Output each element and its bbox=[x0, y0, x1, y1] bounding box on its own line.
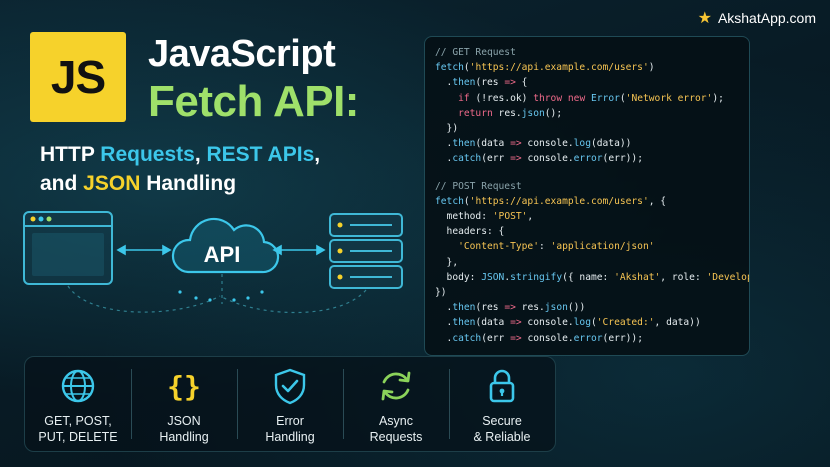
code-panel: // GET Request fetch('https://api.exampl… bbox=[424, 36, 750, 356]
brand-text: AkshatApp.com bbox=[717, 10, 816, 26]
brand: ★ AkshatApp.com bbox=[697, 8, 816, 27]
feature-label-line: Secure bbox=[482, 414, 522, 428]
subtitle-highlight: REST APIs bbox=[206, 143, 315, 166]
feature-label: Secure & Reliable bbox=[474, 413, 531, 445]
braces-icon: {} bbox=[167, 370, 201, 403]
code-line: headers: { bbox=[435, 226, 505, 238]
subtitle-word: Handling bbox=[140, 172, 237, 195]
js-logo: JS bbox=[30, 32, 126, 122]
code-line: .then(data => console.log('Created:', da… bbox=[435, 317, 701, 329]
code-line: .then(res => res.json()) bbox=[435, 302, 586, 314]
subtitle-line-1: HTTP Requests, REST APIs, bbox=[40, 143, 320, 167]
feature-label: Error Handling bbox=[265, 413, 314, 445]
subtitle-word: , bbox=[194, 143, 207, 166]
title-line-1: JavaScript bbox=[148, 33, 336, 75]
api-diagram: API bbox=[23, 211, 403, 314]
feature-http-methods: GET, POST, PUT, DELETE bbox=[25, 357, 131, 451]
feature-label-line: PUT, DELETE bbox=[38, 430, 118, 444]
feature-label-line: JSON bbox=[167, 414, 201, 428]
star-icon: ★ bbox=[697, 8, 712, 27]
code-comment: // POST Request bbox=[435, 180, 522, 192]
padlock-icon bbox=[489, 369, 515, 403]
code-line: fetch('https://api.example.com/users') bbox=[435, 62, 655, 74]
feature-label-line: Handling bbox=[265, 430, 315, 444]
feature-label-line: & Reliable bbox=[473, 430, 531, 444]
code-line: .catch(err => console.error(err)); bbox=[435, 153, 643, 165]
code-line: }, bbox=[435, 256, 459, 268]
code-line: return res.json(); bbox=[458, 107, 563, 119]
feature-error-handling: Error Handling bbox=[237, 357, 343, 451]
feature-async: Async Requests bbox=[343, 357, 449, 451]
feature-label: Async Requests bbox=[370, 413, 423, 445]
title-line-2: Fetch API: bbox=[148, 77, 359, 126]
browser-window-icon bbox=[23, 211, 113, 285]
feature-label-line: Requests bbox=[369, 430, 423, 444]
code-blank bbox=[435, 167, 739, 179]
feature-label-line: Async bbox=[378, 414, 414, 428]
subtitle-word: , bbox=[314, 143, 321, 166]
subtitle-word: HTTP bbox=[40, 143, 101, 166]
code-comment: // GET Request bbox=[435, 47, 516, 58]
feature-json: {} JSON Handling bbox=[131, 357, 237, 451]
refresh-icon bbox=[381, 371, 411, 401]
code-line: }) bbox=[435, 287, 447, 299]
code-line: method: 'POST', bbox=[435, 211, 534, 223]
code-line: 'Content-Type': 'application/json' bbox=[458, 241, 655, 253]
code-line: body: JSON.stringify({ name: 'Akshat', r… bbox=[435, 271, 749, 283]
code-line: .then(data => console.log(data)) bbox=[435, 138, 632, 150]
subtitle-highlight: JSON bbox=[83, 172, 141, 195]
js-logo-text: JS bbox=[50, 51, 106, 103]
subtitle-line-2: and JSON Handling bbox=[40, 172, 236, 196]
feature-label: JSON Handling bbox=[159, 413, 208, 445]
server-stack-icon bbox=[329, 213, 403, 289]
double-arrow-icon bbox=[272, 244, 326, 256]
feature-label-line: GET, POST, bbox=[44, 414, 112, 428]
double-arrow-icon bbox=[116, 244, 172, 256]
shield-check-icon bbox=[274, 368, 306, 405]
code-line: if (!res.ok) throw new Error('Network er… bbox=[458, 92, 724, 104]
subtitle-word: and bbox=[40, 172, 84, 195]
code-line: .then(res => { bbox=[435, 77, 528, 89]
subtitle-highlight: Requests bbox=[100, 143, 195, 166]
svg-text:{}: {} bbox=[167, 370, 201, 403]
code-line: .catch(err => console.error(err)); bbox=[435, 332, 643, 344]
feature-label-line: Handling bbox=[159, 430, 209, 444]
globe-icon bbox=[61, 369, 95, 403]
code-line: fetch('https://api.example.com/users', { bbox=[435, 195, 667, 207]
feature-strip: GET, POST, PUT, DELETE {} JSON Handling Er… bbox=[24, 356, 556, 452]
feature-label: GET, POST, PUT, DELETE bbox=[38, 413, 117, 445]
code-line: }) bbox=[435, 123, 459, 135]
feature-label-line: Error bbox=[276, 414, 304, 428]
api-label: API bbox=[204, 242, 241, 267]
feature-secure: Secure & Reliable bbox=[449, 357, 555, 451]
connector-dots bbox=[178, 290, 264, 302]
